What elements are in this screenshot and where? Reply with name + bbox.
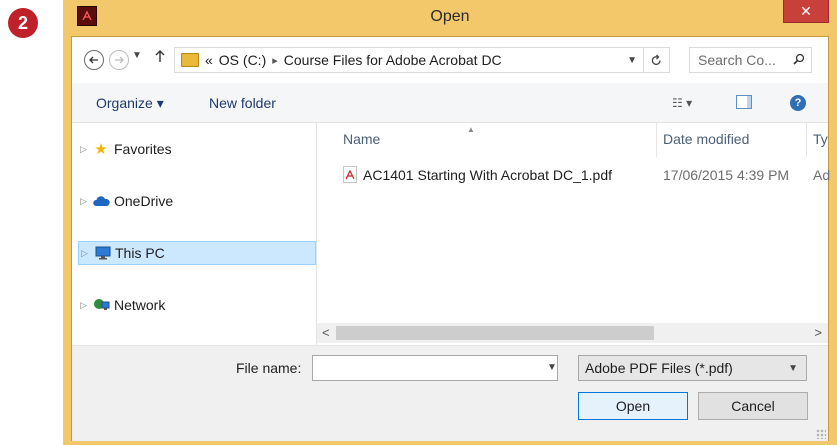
- navigation-bar: ▼ « OS (C:) ▸ Course Files for Adobe Acr…: [72, 37, 828, 83]
- network-icon: [92, 297, 110, 313]
- expand-arrow-icon[interactable]: ▷: [80, 300, 92, 311]
- address-bar[interactable]: « OS (C:) ▸ Course Files for Adobe Acrob…: [174, 47, 644, 73]
- expand-arrow-icon[interactable]: ▷: [81, 248, 93, 259]
- column-header-name[interactable]: Name: [343, 131, 380, 147]
- breadcrumb-separator-icon[interactable]: ▸: [272, 54, 278, 67]
- column-divider[interactable]: [656, 123, 657, 157]
- step-number-badge: 2: [8, 8, 38, 38]
- nav-item-network[interactable]: ▷ Network: [78, 293, 316, 317]
- nav-item-favorites[interactable]: ▷ ★ Favorites: [78, 137, 316, 161]
- star-icon: ★: [94, 141, 108, 158]
- column-divider[interactable]: [806, 123, 807, 157]
- open-dialog: Open ✕ ▼ « OS (C:) ▸ Course Files for Ad…: [63, 0, 837, 445]
- organize-menu-button[interactable]: Organize ▾: [96, 95, 164, 112]
- breadcrumb-folder[interactable]: Course Files for Adobe Acrobat DC: [284, 52, 502, 68]
- scroll-left-arrow-icon[interactable]: <: [322, 325, 330, 340]
- recent-locations-chevron-down-icon[interactable]: ▼: [132, 50, 142, 61]
- file-row[interactable]: AC1401 Starting With Acrobat DC_1.pdf 17…: [317, 163, 831, 187]
- search-icon[interactable]: [793, 53, 805, 68]
- resize-grip-icon[interactable]: [816, 429, 826, 439]
- file-type: Ad: [813, 167, 831, 183]
- expand-arrow-icon[interactable]: ▷: [80, 144, 92, 155]
- column-header-date-modified[interactable]: Date modified: [663, 131, 749, 147]
- nav-item-label: This PC: [115, 245, 165, 261]
- navigation-pane: ▷ ★ Favorites ▷ OneDrive ▷ This PC ▷ Net…: [72, 123, 317, 349]
- nav-item-this-pc[interactable]: ▷ This PC: [78, 241, 316, 265]
- search-input[interactable]: Search Co...: [689, 47, 812, 73]
- file-type-chevron-down-icon[interactable]: ▼: [788, 363, 798, 374]
- file-name-input[interactable]: [312, 355, 558, 381]
- dialog-title: Open: [430, 8, 470, 25]
- forward-arrow-icon[interactable]: [109, 50, 129, 70]
- scroll-right-arrow-icon[interactable]: >: [814, 325, 822, 340]
- column-header-type[interactable]: Ty: [813, 131, 828, 147]
- file-type-selected-value: Adobe PDF Files (*.pdf): [585, 360, 733, 376]
- file-selection-panel: File name: ▼ Adobe PDF Files (*.pdf) ▼ O…: [72, 345, 828, 441]
- command-toolbar: Organize ▾ New folder ☷ ▾ ?: [72, 83, 828, 123]
- help-icon[interactable]: ?: [790, 95, 806, 111]
- nav-item-onedrive[interactable]: ▷ OneDrive: [78, 189, 316, 213]
- close-button[interactable]: ✕: [783, 0, 829, 23]
- search-placeholder: Search Co...: [698, 52, 776, 68]
- pdf-icon: [343, 166, 357, 183]
- nav-item-label: Network: [114, 297, 166, 313]
- file-name: AC1401 Starting With Acrobat DC_1.pdf: [363, 167, 613, 183]
- file-type-select[interactable]: Adobe PDF Files (*.pdf) ▼: [578, 355, 807, 381]
- scrollbar-thumb[interactable]: [336, 326, 654, 340]
- open-button[interactable]: Open: [578, 392, 688, 420]
- expand-arrow-icon[interactable]: ▷: [80, 196, 92, 207]
- breadcrumb-overflow[interactable]: «: [205, 52, 213, 68]
- cloud-icon: [92, 193, 110, 209]
- file-list-pane: ▲ Name Date modified Ty AC1401 Starting …: [317, 123, 831, 349]
- horizontal-scrollbar[interactable]: < >: [317, 323, 828, 343]
- nav-item-label: OneDrive: [114, 193, 174, 209]
- refresh-icon[interactable]: [644, 47, 670, 73]
- title-bar[interactable]: Open ✕: [63, 0, 837, 36]
- dialog-client-area: ▼ « OS (C:) ▸ Course Files for Adobe Acr…: [71, 36, 831, 441]
- computer-icon: [93, 245, 111, 261]
- nav-item-label: Favorites: [114, 141, 172, 157]
- back-arrow-icon[interactable]: [84, 50, 104, 70]
- sort-ascending-icon: ▲: [467, 125, 475, 134]
- file-name-dropdown-chevron-down-icon[interactable]: ▼: [547, 362, 557, 373]
- breadcrumb-drive[interactable]: OS (C:): [219, 52, 266, 68]
- file-name-label: File name:: [236, 360, 302, 376]
- change-view-icon[interactable]: ☷ ▾: [672, 96, 692, 110]
- folder-icon: [181, 53, 199, 67]
- preview-pane-icon[interactable]: [736, 95, 752, 109]
- address-dropdown-chevron-down-icon[interactable]: ▼: [627, 55, 637, 66]
- file-date-modified: 17/06/2015 4:39 PM: [663, 167, 790, 183]
- new-folder-button[interactable]: New folder: [209, 95, 276, 111]
- cancel-button[interactable]: Cancel: [698, 392, 808, 420]
- up-one-level-arrow-icon[interactable]: [154, 49, 166, 68]
